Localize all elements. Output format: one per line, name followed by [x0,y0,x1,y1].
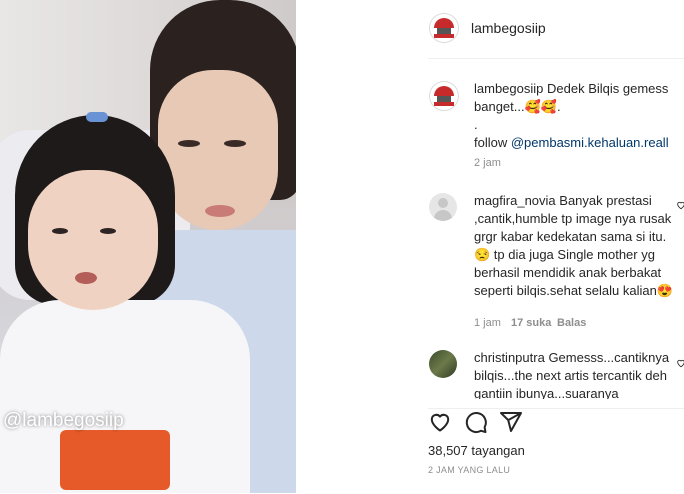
caption-period: . [556,99,561,114]
girl-eye [52,228,68,234]
post-video[interactable]: @lambegosiip [0,0,296,493]
comment-1-emoji: 😒 [474,247,491,262]
post-timestamp[interactable]: 2 JAM YANG LALU [428,465,510,475]
author-avatar[interactable] [429,13,459,43]
comment-2-heart-icon[interactable] [676,358,684,368]
woman-eye [178,140,200,147]
comment-2-username[interactable]: christinputra [474,350,545,365]
comment-1-reply[interactable]: Balas [557,317,586,329]
comment-icon[interactable] [464,410,488,434]
caption: lambegosiip Dedek Bilqis gemess banget..… [474,80,674,152]
caption-username[interactable]: lambegosiip [474,81,543,96]
caption-dot: . [474,117,478,132]
caption-mention[interactable]: @pembasmi.kehaluan.reall [511,135,669,150]
comment-1-username[interactable]: magfira_novia [474,193,556,208]
comment-1-emoji-2: 😍 [656,283,674,298]
girl-face [28,170,158,310]
shirt-print [60,430,170,490]
caption-time[interactable]: 2 jam [474,157,501,169]
media-watermark: @lambegosiip [3,410,124,431]
hair-clip [86,112,108,122]
comment-2: christinputra Gemesss...cantiknya bilqis… [474,349,674,399]
caption-follow: follow [474,135,511,150]
commenter-avatar[interactable] [429,350,457,378]
commenter-avatar[interactable] [429,193,457,221]
girl-eye [100,228,116,234]
girl-mouth [75,272,97,284]
share-icon[interactable] [499,410,523,434]
comment-1-likes[interactable]: 17 suka [511,317,551,329]
post-header [428,0,684,59]
comment-1: magfira_novia Banyak prestasi ,cantik,hu… [474,192,674,300]
view-count[interactable]: 38,507 tayangan [428,443,525,458]
author-username[interactable]: lambegosiip [471,20,546,36]
woman-lips [205,205,235,217]
comment-1-heart-icon[interactable] [676,200,684,210]
comment-1-time[interactable]: 1 jam [474,317,501,329]
woman-eye [224,140,246,147]
heart-icon[interactable] [428,410,452,434]
caption-avatar[interactable] [429,81,459,111]
comment-1-text-cont: tp dia juga Single mother yg berhasil me… [474,247,662,298]
caption-emojis: 🥰🥰 [524,99,557,114]
